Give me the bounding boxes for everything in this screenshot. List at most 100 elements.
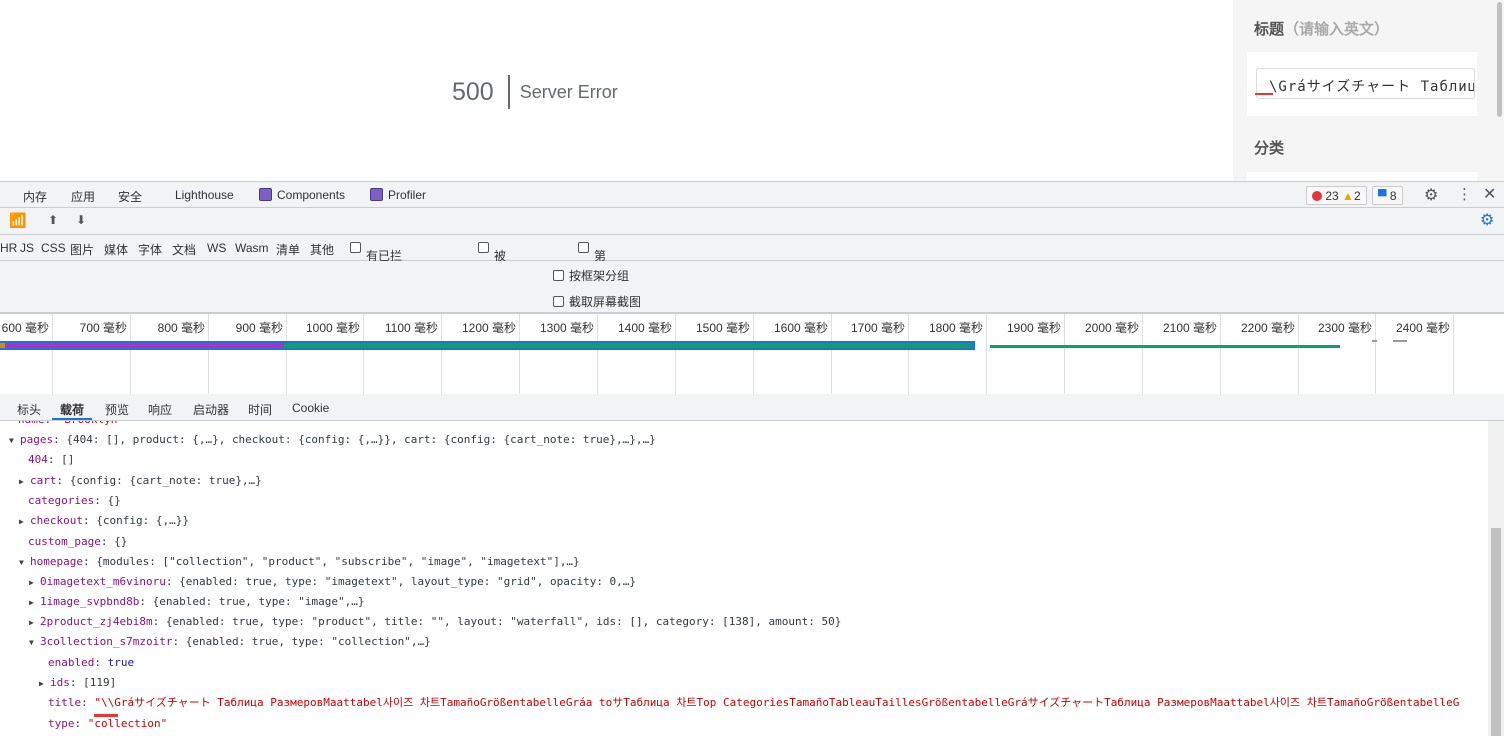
tree-node[interactable]: ▶ 2product_zj4ebi8m: {enabled: true, type…	[29, 612, 841, 633]
tree-key: title	[48, 696, 82, 709]
filter-manifest[interactable]: 清单	[276, 241, 300, 258]
tree-value: {}	[114, 535, 128, 548]
filter-wasm[interactable]: Wasm	[235, 241, 269, 255]
tree-node: name: "Brooklyn"	[18, 421, 124, 430]
expand-triangle-icon[interactable]: ▶	[29, 593, 40, 613]
timeline-tick-label: 1900 毫秒	[1006, 321, 1061, 335]
more-icon[interactable]: ⋮	[1457, 185, 1472, 203]
collapse-triangle-icon[interactable]: ▼	[19, 553, 30, 573]
tree-node[interactable]: ▶ cart: {config: {cart_note: true},…}	[19, 471, 262, 492]
tab-profiler[interactable]: Profiler	[370, 188, 426, 202]
tree-key: 1image_svpbnd8b	[40, 595, 140, 608]
tree-value: [119]	[83, 676, 117, 689]
active-tab-indicator	[52, 418, 92, 420]
tab-timing[interactable]: 时间	[248, 401, 272, 418]
capture-screenshots-checkbox[interactable]: 截取屏幕截图	[553, 293, 641, 310]
filter-img[interactable]: 图片	[70, 241, 94, 258]
tree-key: pages	[20, 433, 54, 446]
upload-icon[interactable]: ⬆	[48, 213, 58, 227]
tab-security[interactable]: 安全	[118, 188, 142, 205]
react-icon	[370, 188, 383, 201]
filter-font[interactable]: 字体	[138, 241, 162, 258]
spellcheck-underline	[1255, 93, 1273, 95]
timeline-tick-label: 2100 毫秒	[1162, 321, 1217, 335]
selected-request-bar[interactable]	[0, 341, 975, 350]
blocked-cookies-checkbox[interactable]: 有已拦截的 Cookie	[350, 241, 403, 295]
tree-node: enabled: true	[48, 656, 135, 669]
tree-value: {modules: ["collection", "product", "sub…	[96, 555, 580, 568]
error-code: 500	[452, 75, 510, 109]
timeline-tick-label: 2400 毫秒	[1395, 321, 1450, 335]
expand-triangle-icon[interactable]: ▶	[19, 472, 30, 492]
tab-lighthouse[interactable]: Lighthouse	[175, 188, 234, 202]
tree-key: homepage	[30, 555, 83, 568]
tree-value: {enabled: true, type: "imagetext", layou…	[179, 575, 637, 588]
expand-triangle-icon[interactable]: ▶	[39, 674, 50, 694]
payload-scrollbar[interactable]	[1488, 421, 1504, 736]
warning-icon: ▲	[1342, 189, 1354, 203]
tab-application[interactable]: 应用	[71, 188, 95, 205]
tab-response[interactable]: 响应	[148, 401, 172, 418]
request-bar[interactable]	[1393, 340, 1407, 342]
filter-doc[interactable]: 文档	[172, 241, 196, 258]
tree-node[interactable]: ▶ 0imagetext_m6vinoru: {enabled: true, ty…	[29, 572, 636, 593]
blocked-requests-checkbox[interactable]: 被屏蔽的请求	[478, 241, 506, 348]
timeline-tick-label: 1400 毫秒	[617, 321, 672, 335]
tree-value: "\\Gráサイズチャート Таблица РазмеровMaattabel사…	[94, 696, 1460, 709]
tab-preview[interactable]: 预览	[105, 401, 129, 418]
tree-key: categories	[28, 494, 95, 507]
settings-icon[interactable]: ⚙	[1424, 185, 1438, 205]
tree-node[interactable]: ▼ 3collection_s7mzoitr: {enabled: true, t…	[29, 632, 431, 653]
tree-key: cart	[30, 474, 57, 487]
timeline-overview[interactable]: 600 毫秒 700 毫秒 800 毫秒 900 毫秒 1000 毫秒 1100 毫秒 12…	[0, 313, 1504, 394]
tab-payload[interactable]: 载荷	[60, 401, 84, 418]
timeline-tick-label: 1600 毫秒	[773, 321, 828, 335]
tab-initiator[interactable]: 启动器	[193, 401, 229, 418]
timeline-tick-label: 1000 毫秒	[305, 321, 360, 335]
error-icon	[1312, 191, 1322, 201]
tree-node: categories: {}	[28, 494, 121, 507]
options-bar: 按框架分组 截取屏幕截图	[0, 261, 1504, 313]
react-icon	[259, 188, 272, 201]
tree-node[interactable]: ▼ pages: {404: [], product: {,…}, checkou…	[9, 430, 656, 451]
messages-badge[interactable]: ▀ 8	[1372, 186, 1403, 205]
filter-css[interactable]: CSS	[41, 241, 66, 255]
network-conditions-icon[interactable]: 📶	[9, 212, 26, 229]
request-bar[interactable]	[1372, 340, 1377, 342]
expand-triangle-icon[interactable]: ▶	[29, 613, 40, 633]
error-message: 500 Server Error	[452, 74, 618, 110]
filter-js[interactable]: JS	[20, 241, 34, 255]
tab-headers[interactable]: 标头	[17, 401, 41, 418]
tree-value: true	[107, 656, 135, 669]
tree-value: {enabled: true, type: "product", title: …	[165, 615, 842, 628]
title-input[interactable]: \Gráサイズチャート Таблица	[1256, 68, 1475, 99]
filter-media[interactable]: 媒体	[104, 241, 128, 258]
payload-tree: name: "Brooklyn"▼pages: {404: [], produc…	[0, 421, 1488, 736]
tree-node[interactable]: ▼ homepage: {modules: ["collection", "pro…	[19, 552, 580, 573]
expand-triangle-icon[interactable]: ▶	[19, 512, 30, 532]
request-bar[interactable]	[990, 345, 1340, 348]
tab-memory[interactable]: 内存	[23, 188, 47, 205]
expand-triangle-icon[interactable]: ▶	[29, 573, 40, 593]
collapse-triangle-icon[interactable]: ▼	[29, 633, 40, 653]
filter-xhr[interactable]: HR	[0, 241, 17, 255]
tab-cookies[interactable]: Cookie	[292, 401, 329, 415]
tree-node[interactable]: ▶ checkout: {config: {,…}}	[19, 511, 189, 532]
scrollbar[interactable]	[1497, 2, 1502, 117]
download-icon[interactable]: ⬇	[76, 213, 86, 227]
third-party-checkbox[interactable]: 第三方请求	[578, 241, 606, 331]
tree-node: custom_page: {}	[28, 535, 128, 548]
title-label: 标题（请输入英文）	[1254, 20, 1390, 38]
close-icon[interactable]: ✕	[1483, 184, 1496, 204]
tree-node[interactable]: ▶ 1image_svpbnd8b: {enabled: true, type: …	[29, 592, 365, 613]
filter-other[interactable]: 其他	[310, 241, 334, 258]
issues-badge[interactable]: 23 ▲2	[1306, 186, 1367, 205]
network-settings-icon[interactable]: ⚙	[1480, 210, 1494, 230]
collapse-triangle-icon[interactable]: ▼	[9, 431, 20, 451]
filter-ws[interactable]: WS	[207, 241, 226, 255]
tab-components[interactable]: Components	[259, 188, 345, 202]
tree-value: []	[61, 453, 75, 466]
tree-node[interactable]: ▶ ids: [119]	[39, 673, 116, 694]
filter-bar: HR JS CSS 图片 媒体 字体 文档 WS Wasm 清单 其他 有已拦截…	[0, 235, 1504, 348]
group-by-frame-checkbox[interactable]: 按框架分组	[553, 267, 629, 284]
